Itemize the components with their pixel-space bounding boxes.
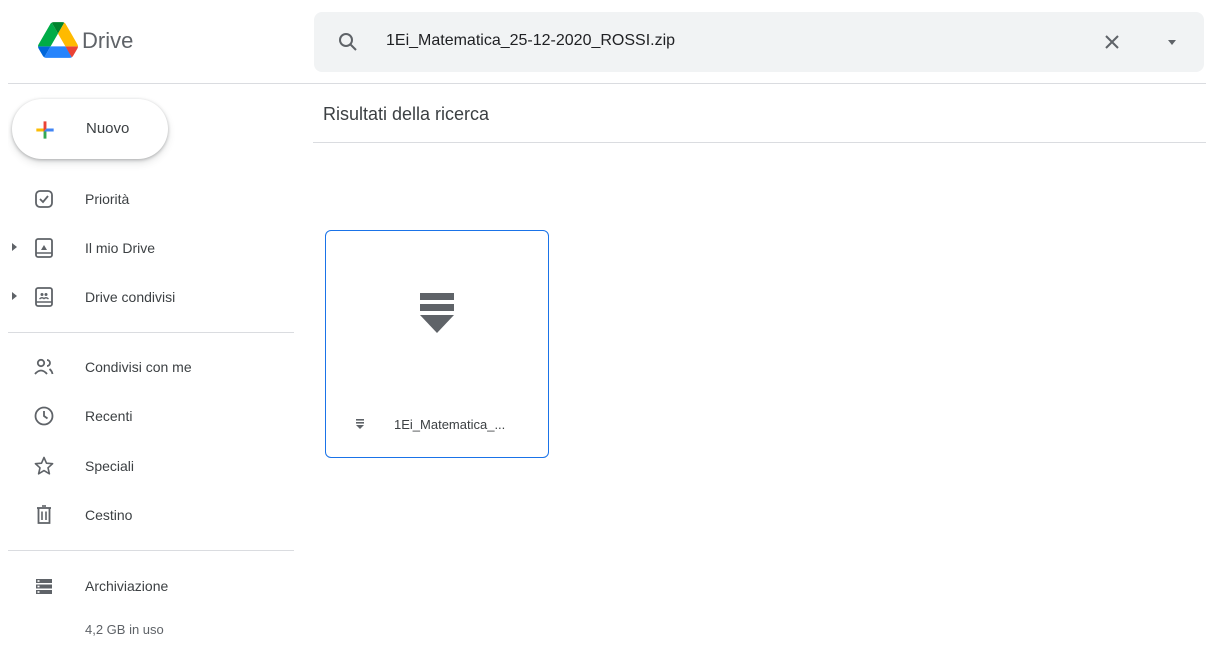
sidebar-item-label: Priorità	[85, 191, 130, 207]
search-bar[interactable]: 1Ei_Matematica_25-12-2020_ROSSI.zip	[314, 12, 1204, 72]
my-drive-icon	[35, 238, 53, 258]
sidebar-item-label: Speciali	[85, 458, 135, 474]
sidebar-item-label: Drive condivisi	[85, 289, 176, 305]
trash-icon	[37, 505, 51, 524]
file-name: 1Ei_Matematica_...	[394, 417, 506, 432]
sidebar-item-priority[interactable]: Priorità	[8, 177, 298, 221]
file-card[interactable]: 1Ei_Matematica_...	[325, 230, 549, 458]
sidebar-item-my-drive[interactable]: Il mio Drive	[8, 226, 298, 270]
search-input[interactable]: 1Ei_Matematica_25-12-2020_ROSSI.zip	[386, 32, 675, 50]
sidebar-item-label: Cestino	[85, 507, 133, 523]
sidebar-item-trash[interactable]: Cestino	[8, 493, 298, 537]
main-divider	[313, 142, 1206, 143]
expand-arrow-icon[interactable]	[11, 291, 19, 301]
new-button[interactable]: Nuovo	[12, 99, 168, 159]
file-name-row[interactable]: 1Ei_Matematica_...	[326, 401, 548, 457]
expand-arrow-icon[interactable]	[11, 242, 19, 252]
sidebar: Nuovo Priorità Il mio Drive Drive condiv…	[8, 84, 298, 653]
search-options-caret-icon[interactable]	[1160, 30, 1184, 54]
close-icon[interactable]	[1100, 30, 1124, 54]
people-icon	[34, 358, 54, 375]
app-name: Drive	[82, 28, 134, 53]
storage-icon	[36, 579, 52, 594]
top-bar: Drive 1Ei_Matematica_25-12-2020_ROSSI.zi…	[8, 0, 1206, 84]
sidebar-item-starred[interactable]: Speciali	[8, 444, 298, 488]
plus-icon	[36, 121, 54, 139]
drive-window: Drive 1Ei_Matematica_25-12-2020_ROSSI.zi…	[8, 0, 1206, 653]
drive-logo-icon[interactable]	[38, 22, 78, 58]
sidebar-divider	[8, 332, 294, 333]
new-button-label: Nuovo	[86, 120, 130, 137]
sidebar-item-shared-with-me[interactable]: Condivisi con me	[8, 345, 298, 389]
star-icon	[34, 456, 54, 475]
sidebar-item-label: Condivisi con me	[85, 359, 192, 375]
priority-check-icon	[35, 190, 53, 208]
sidebar-item-shared-drives[interactable]: Drive condivisi	[8, 275, 298, 319]
sidebar-divider	[8, 550, 294, 551]
drive-logo-icon	[38, 22, 78, 58]
shared-drives-icon	[35, 287, 53, 307]
file-preview[interactable]	[326, 231, 548, 395]
main-content: Risultati della ricerca 1Ei_Matematica_.…	[313, 84, 1206, 653]
sidebar-item-storage[interactable]: Archiviazione	[8, 564, 298, 608]
zip-archive-icon	[420, 293, 454, 333]
search-icon[interactable]	[336, 30, 360, 54]
storage-usage-text: 4,2 GB in uso	[85, 622, 164, 637]
page-title: Risultati della ricerca	[323, 104, 490, 124]
sidebar-item-label: Il mio Drive	[85, 240, 156, 256]
clock-icon	[34, 406, 54, 426]
sidebar-item-label: Recenti	[85, 408, 133, 424]
sidebar-item-recent[interactable]: Recenti	[8, 394, 298, 438]
zip-file-type-icon	[356, 419, 364, 429]
sidebar-item-label: Archiviazione	[85, 578, 169, 594]
